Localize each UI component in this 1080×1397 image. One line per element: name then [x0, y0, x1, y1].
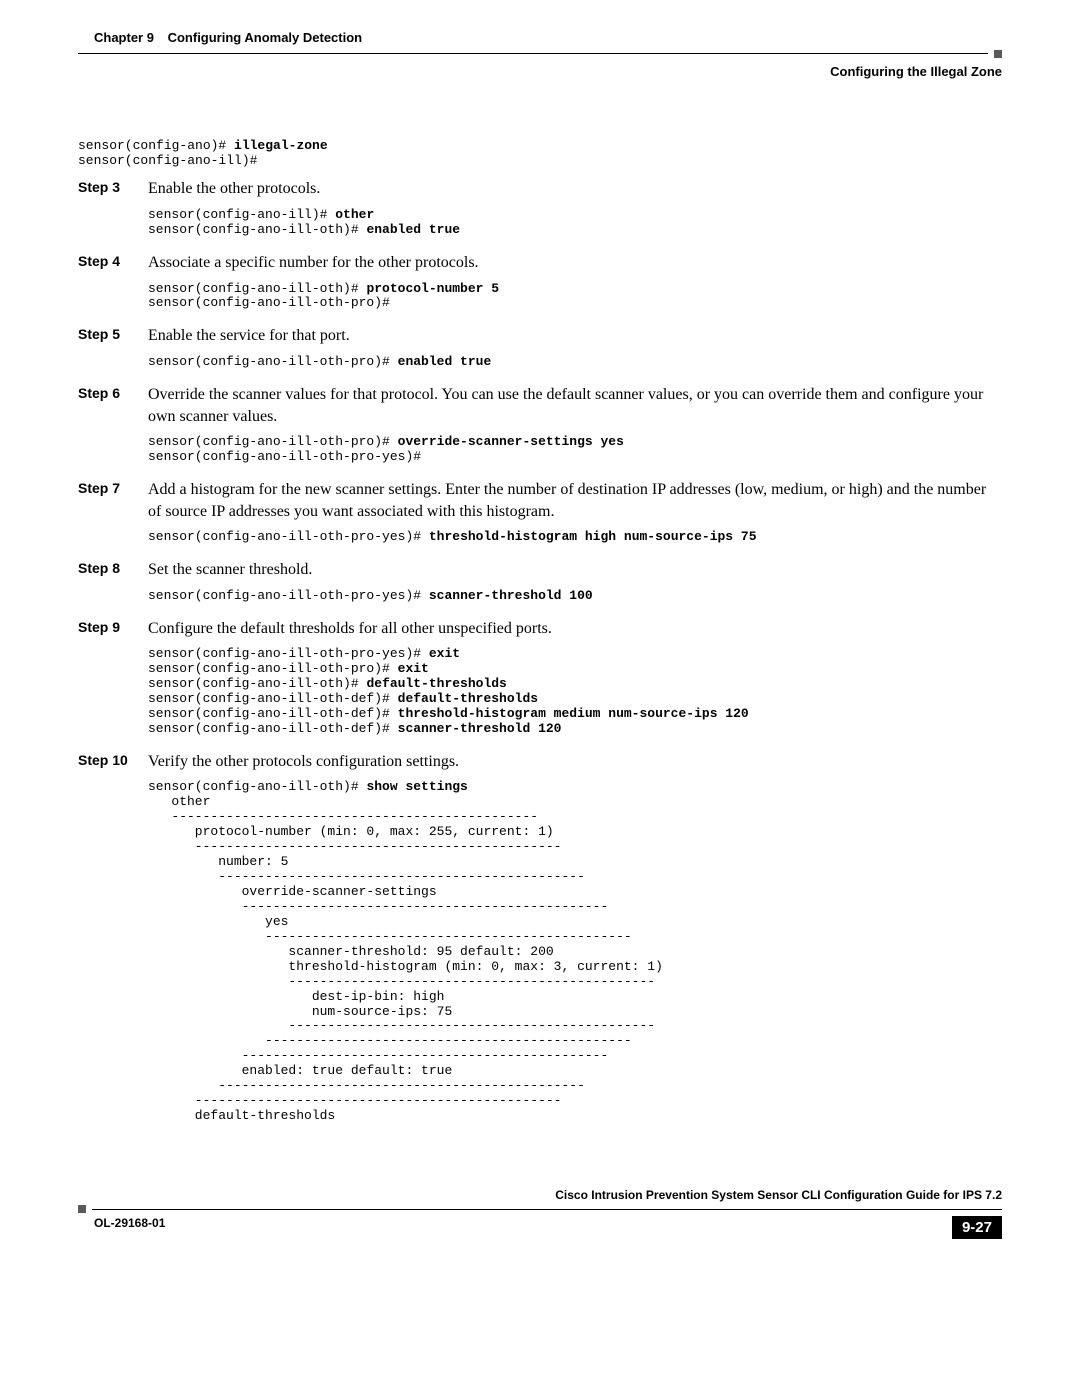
footer-guide-title: Cisco Intrusion Prevention System Sensor… — [78, 1188, 1002, 1202]
step-label-6: Step 6 — [78, 384, 148, 401]
footer-square-icon — [78, 1205, 86, 1213]
step-text-10: Verify the other protocols configuration… — [148, 751, 1002, 773]
step-text-4: Associate a specific number for the othe… — [148, 252, 1002, 274]
footer-rule — [92, 1209, 1002, 1210]
step-label-5: Step 5 — [78, 325, 148, 342]
chapter-header: Chapter 9 Configuring Anomaly Detection — [94, 30, 362, 46]
step-text-5: Enable the service for that port. — [148, 325, 1002, 347]
step-label-7: Step 7 — [78, 479, 148, 496]
footer-page-number: 9-27 — [952, 1216, 1002, 1239]
step-text-6: Override the scanner values for that pro… — [148, 384, 1002, 427]
code-block-8: sensor(config-ano-ill-oth-pro-yes)# scan… — [148, 589, 1002, 604]
code-block-4: sensor(config-ano-ill-oth)# protocol-num… — [148, 282, 1002, 312]
code-block-3: sensor(config-ano-ill)# other sensor(con… — [148, 208, 1002, 238]
step-text-3: Enable the other protocols. — [148, 178, 1002, 200]
code-block-9: sensor(config-ano-ill-oth-pro-yes)# exit… — [148, 647, 1002, 737]
step-text-9: Configure the default thresholds for all… — [148, 618, 1002, 640]
code-block-intro: sensor(config-ano)# illegal-zone sensor(… — [78, 139, 1002, 169]
chapter-title: Configuring Anomaly Detection — [168, 30, 363, 45]
header-square-icon — [994, 50, 1002, 58]
step-text-7: Add a histogram for the new scanner sett… — [148, 479, 1002, 522]
footer-doc-number: OL-29168-01 — [94, 1216, 165, 1230]
chapter-number: Chapter 9 — [94, 30, 154, 45]
header-rule — [78, 53, 988, 54]
code-block-10: sensor(config-ano-ill-oth)# show setting… — [148, 780, 1002, 1124]
code-block-6: sensor(config-ano-ill-oth-pro)# override… — [148, 435, 1002, 465]
step-label-10: Step 10 — [78, 751, 148, 768]
code-block-5: sensor(config-ano-ill-oth-pro)# enabled … — [148, 355, 1002, 370]
step-text-8: Set the scanner threshold. — [148, 559, 1002, 581]
step-label-3: Step 3 — [78, 178, 148, 195]
step-label-8: Step 8 — [78, 559, 148, 576]
step-label-4: Step 4 — [78, 252, 148, 269]
section-title: Configuring the Illegal Zone — [78, 64, 1002, 79]
step-label-9: Step 9 — [78, 618, 148, 635]
code-block-7: sensor(config-ano-ill-oth-pro-yes)# thre… — [148, 530, 1002, 545]
